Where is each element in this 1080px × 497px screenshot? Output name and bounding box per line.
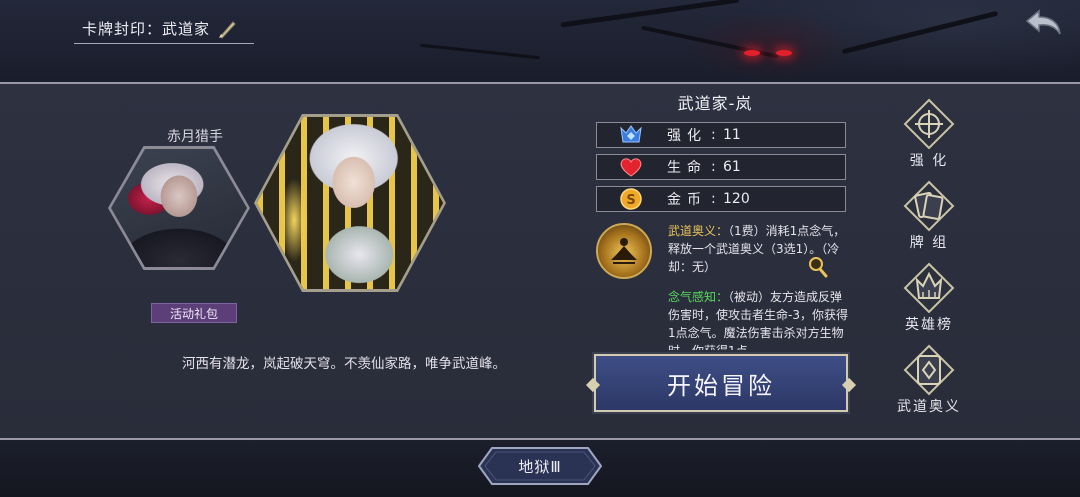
tree-branch — [420, 43, 540, 60]
skill-description-passive: 念气感知：（被动）友方造成反弹伤害时，使攻击者生命-3，你获得1点念气。魔法伤害… — [668, 288, 848, 350]
back-arrow-icon — [1025, 9, 1061, 35]
svg-text:S: S — [626, 193, 635, 208]
back-button[interactable] — [1022, 6, 1066, 40]
side-menu-martial-secret[interactable]: 武道奥义 — [886, 344, 972, 416]
coin-icon: S — [617, 187, 645, 211]
stat-row-health: 生命 : 61 — [596, 154, 846, 180]
ornament-diamond — [841, 377, 857, 393]
ornament-diamond — [585, 377, 601, 393]
start-adventure-label: 开始冒险 — [667, 371, 775, 400]
red-eye — [744, 50, 760, 56]
side-menu-label: 武道奥义 — [897, 399, 961, 415]
stat-value: 61 — [723, 159, 741, 175]
character-flavor-text: 河西有潜龙，岚起破天穹。不羡仙家路，唯争武道峰。 — [182, 356, 506, 372]
side-menu-enhance[interactable]: 强 化 — [886, 98, 972, 170]
tree-branch — [560, 0, 740, 28]
page-title: 卡牌封印：武道家 — [82, 20, 211, 38]
skill-name: 武道奥义： — [668, 224, 729, 238]
martial-secret-icon — [903, 344, 955, 396]
secondary-character-name: 赤月猎手 — [167, 129, 223, 145]
stat-label: 金币 — [667, 192, 707, 208]
quill-pen-icon[interactable] — [216, 18, 238, 40]
enhance-icon — [617, 123, 645, 147]
side-menu-deck[interactable]: 牌 组 — [886, 180, 972, 252]
start-adventure-button[interactable]: 开始冒险 — [585, 352, 857, 414]
side-menu-label: 英雄榜 — [905, 317, 953, 333]
character-panel: 赤月猎手 活动礼包 河西有潜龙，岚起破天穹。不羡仙家路，唯争武道峰。 武道家-岚… — [0, 82, 1080, 440]
difficulty-button[interactable]: 地狱Ⅲ — [478, 447, 602, 485]
side-menu-leaderboard[interactable]: 英雄榜 — [886, 262, 972, 334]
magnifier-icon[interactable] — [808, 256, 828, 278]
deck-icon — [903, 180, 955, 232]
page-title-bar: 卡牌封印：武道家 — [74, 14, 254, 44]
event-pack-badge[interactable]: 活动礼包 — [151, 303, 237, 323]
difficulty-label: 地狱Ⅲ — [518, 457, 562, 476]
stat-label: 强化 — [667, 128, 707, 144]
heart-icon — [617, 155, 645, 179]
side-menu-label: 牌 组 — [909, 235, 949, 251]
side-menu-label: 强 化 — [909, 153, 949, 169]
leaderboard-icon — [903, 262, 955, 314]
stat-value: 120 — [723, 191, 750, 207]
enhance-menu-icon — [903, 98, 955, 150]
red-eye — [776, 50, 792, 56]
secondary-character-portrait[interactable] — [108, 146, 250, 270]
tree-branch — [841, 10, 999, 55]
meditation-skill-icon[interactable] — [596, 223, 652, 279]
stat-row-enhance: 强化 : 11 — [596, 122, 846, 148]
character-name: 武道家-岚 — [677, 94, 753, 113]
skill-name: 念气感知： — [668, 290, 729, 304]
stat-value: 11 — [723, 127, 741, 143]
stat-label: 生命 — [667, 160, 707, 176]
main-character-portrait[interactable] — [254, 114, 446, 292]
stat-row-gold: S 金币 : 120 — [596, 186, 846, 212]
